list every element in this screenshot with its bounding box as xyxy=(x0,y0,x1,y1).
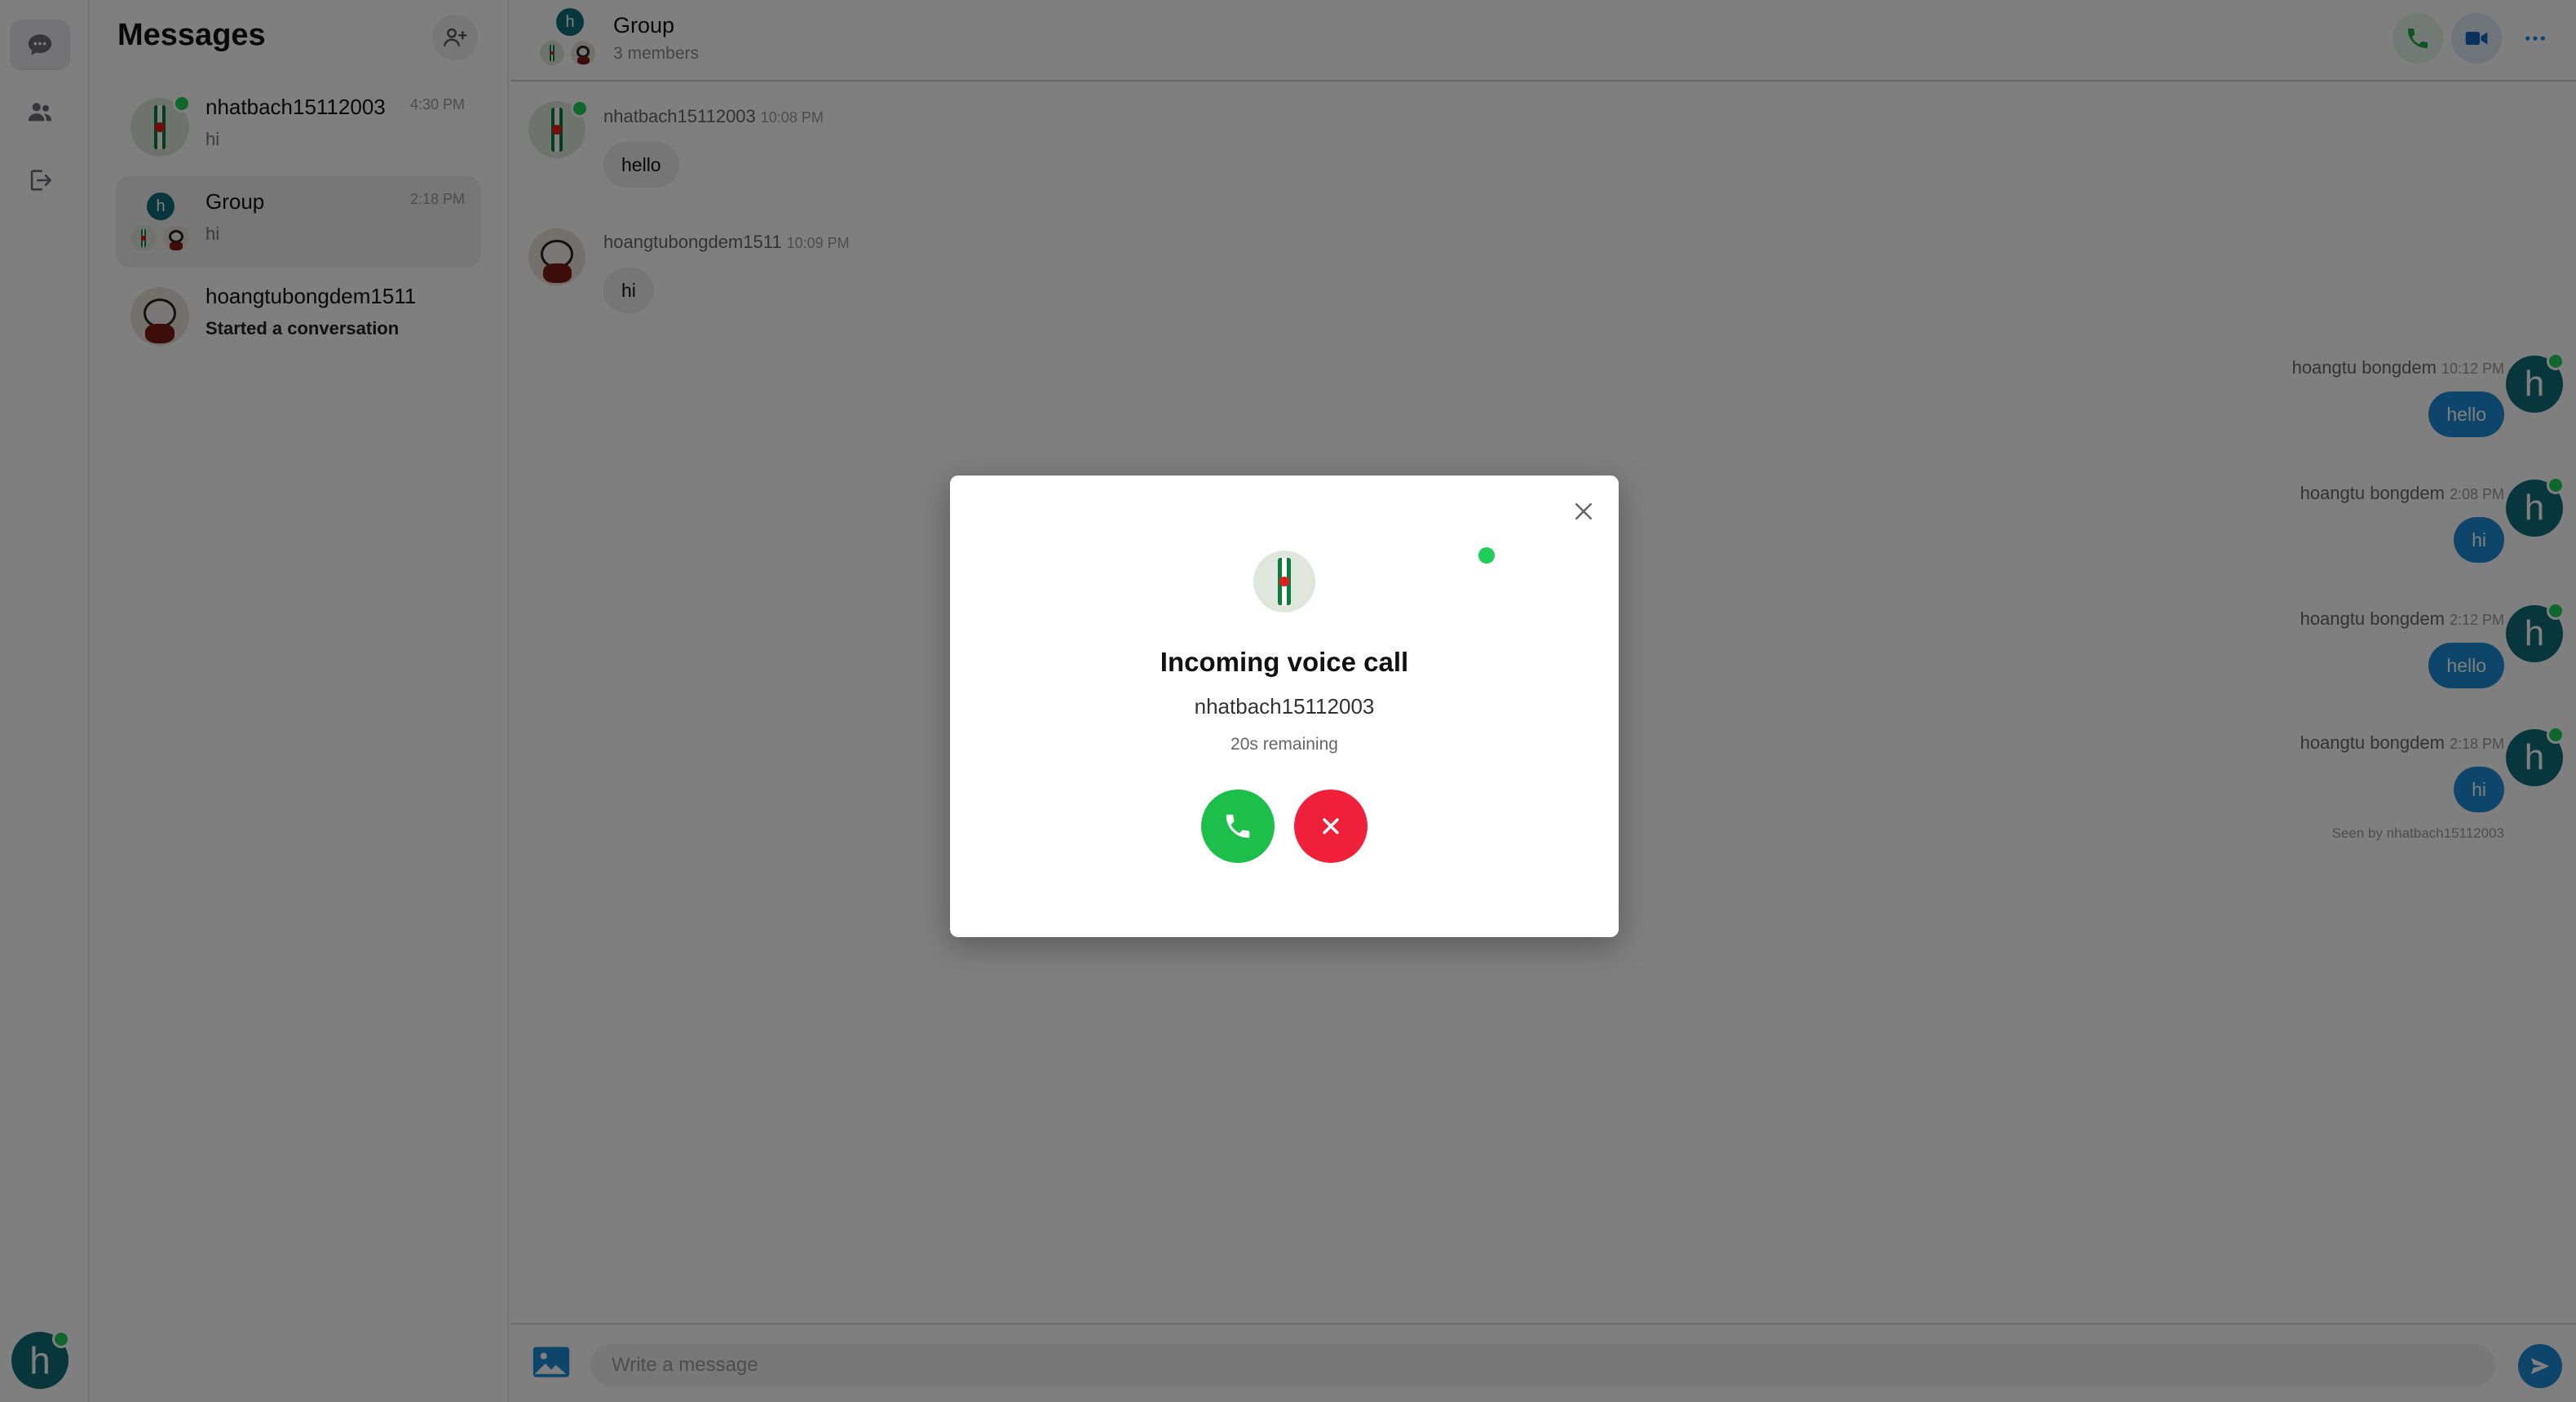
close-icon xyxy=(1323,818,1339,834)
phone-icon xyxy=(1226,814,1250,838)
call-title: Incoming voice call xyxy=(1160,647,1409,677)
incoming-call-dialog: Incoming voice call nhatbach15112003 20s… xyxy=(950,475,1619,937)
online-indicator xyxy=(1478,547,1495,564)
call-timer: 20s remaining xyxy=(1231,735,1338,754)
caller-avatar xyxy=(1253,551,1315,613)
accept-call-button[interactable] xyxy=(1201,789,1275,863)
caller-name: nhatbach15112003 xyxy=(1194,694,1375,719)
close-icon xyxy=(1575,503,1592,520)
decline-call-button[interactable] xyxy=(1294,789,1368,863)
close-button[interactable] xyxy=(1566,493,1602,529)
